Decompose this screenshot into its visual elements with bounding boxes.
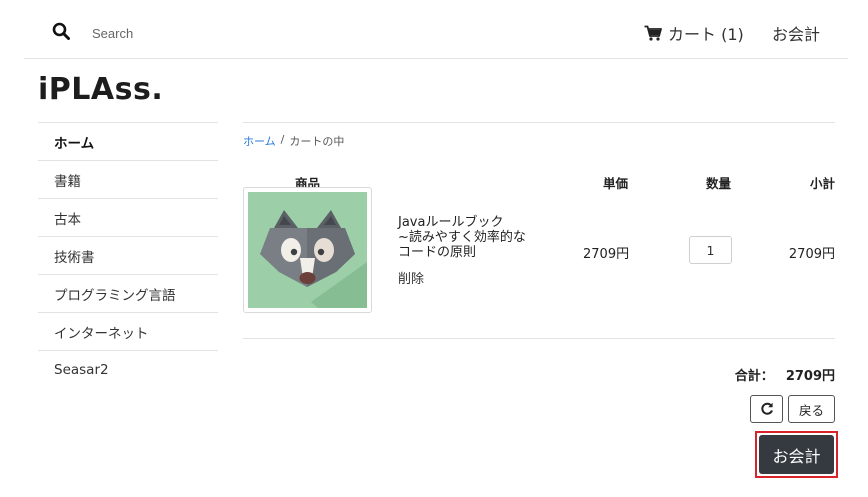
site-logo[interactable]: iPLAss. bbox=[38, 72, 163, 107]
cart-main: ホーム / カートの中 商品 単価 数量 小計 Javaルールブック ~読みやす… bbox=[243, 122, 835, 423]
sidebar-item-programming-languages[interactable]: プログラミング言語 bbox=[38, 274, 218, 312]
product-name-line-2: ~読みやすく効率的な bbox=[398, 230, 526, 245]
row-divider bbox=[243, 338, 835, 339]
search-input[interactable] bbox=[86, 20, 386, 46]
product-name-line-3: コードの原則 bbox=[398, 245, 477, 260]
header-checkout-link[interactable]: お会計 bbox=[772, 20, 820, 46]
delete-item-link[interactable]: 削除 bbox=[398, 268, 424, 287]
checkout-button[interactable]: お会計 bbox=[759, 435, 834, 474]
sidebar-item-technical-books[interactable]: 技術書 bbox=[38, 236, 218, 274]
cart-link[interactable]: カート (1) bbox=[644, 20, 744, 46]
total-label: 合計： bbox=[734, 369, 774, 384]
sidebar-item-books[interactable]: 書籍 bbox=[38, 160, 218, 198]
reload-icon bbox=[760, 402, 773, 415]
cart-icon bbox=[644, 25, 662, 41]
unit-price: 2709円 bbox=[583, 247, 630, 262]
sidebar-item-internet[interactable]: インターネット bbox=[38, 312, 218, 350]
product-name-line-1: Javaルールブック bbox=[398, 215, 504, 230]
line-subtotal: 2709円 bbox=[788, 247, 835, 262]
product-image[interactable] bbox=[243, 187, 372, 313]
cart-total: 合計： 2709円 bbox=[735, 365, 835, 384]
breadcrumb-current: カートの中 bbox=[289, 135, 345, 148]
sidebar-item-seasar2[interactable]: Seasar2 bbox=[38, 350, 218, 388]
top-bar: カート (1) お会計 bbox=[24, 0, 848, 59]
back-button[interactable]: 戻る bbox=[788, 395, 835, 423]
sidebar-item-used-books[interactable]: 古本 bbox=[38, 198, 218, 236]
column-header-quantity: 数量 bbox=[706, 176, 732, 191]
reload-button[interactable] bbox=[750, 395, 783, 423]
column-header-subtotal: 小計 bbox=[809, 176, 835, 191]
sidebar: ホーム 書籍 古本 技術書 プログラミング言語 インターネット Seasar2 bbox=[38, 122, 218, 388]
quantity-input[interactable] bbox=[689, 236, 732, 264]
wolf-illustration bbox=[248, 192, 367, 308]
product-name[interactable]: Javaルールブック ~読みやすく効率的な コードの原則 bbox=[398, 215, 538, 260]
search-icon[interactable] bbox=[52, 22, 70, 40]
breadcrumb-home-link[interactable]: ホーム bbox=[243, 133, 276, 149]
total-value: 2709円 bbox=[785, 369, 835, 384]
breadcrumb-separator: / bbox=[280, 133, 285, 146]
column-header-unit-price: 単価 bbox=[603, 176, 629, 191]
breadcrumb: ホーム / カートの中 bbox=[243, 133, 344, 149]
sidebar-item-home[interactable]: ホーム bbox=[38, 122, 218, 160]
cart-label: カート (1) bbox=[668, 25, 744, 44]
